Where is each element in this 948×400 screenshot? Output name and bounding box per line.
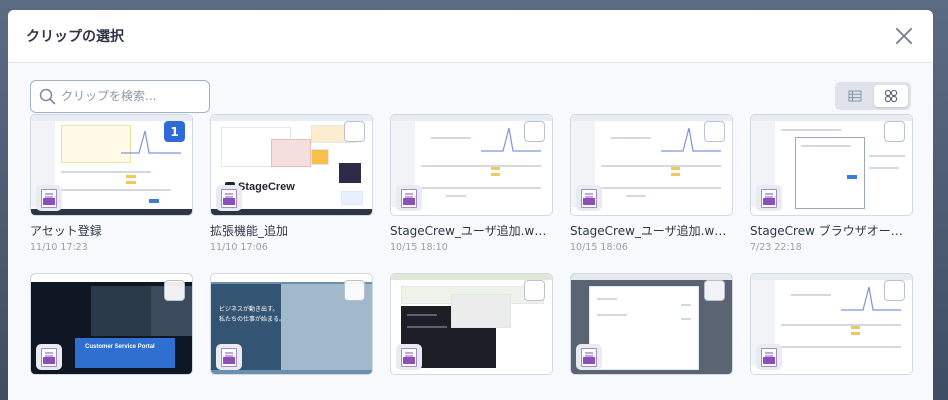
video-file-icon <box>756 344 782 370</box>
clip-card[interactable]: Customer Service Portal <box>30 273 193 400</box>
overlay-text: Customer Service Portal <box>85 344 155 350</box>
clip-name: 拡張機能_追加 <box>210 224 289 238</box>
video-file-icon <box>36 344 62 370</box>
grid-view-icon <box>884 89 898 103</box>
overlay-text: ビジネスが動き出す。 <box>219 306 279 313</box>
clip-card[interactable]: StageCrew_ユーザ追加.web... 10/15 18:06 <box>570 114 733 256</box>
stagecrew-logo: StageCrew <box>238 181 295 193</box>
clip-name <box>750 381 910 398</box>
video-file-icon <box>36 185 62 211</box>
list-view-icon <box>848 90 862 102</box>
clip-card[interactable]: StageCrew 拡張機能_追加 11/10 17:06 <box>210 114 373 256</box>
video-file-icon <box>216 344 242 370</box>
clip-card[interactable]: StageCrew ブラウザオートメー... 7/23 22:18 <box>750 114 913 256</box>
clip-thumbnail <box>570 273 733 375</box>
select-checkbox[interactable] <box>524 280 545 301</box>
clip-name <box>30 381 190 398</box>
clip-card[interactable]: ビジネスが動き出す。 私たちの仕事が始まる。 <box>210 273 373 400</box>
search-icon <box>39 88 56 104</box>
clip-grid: 1 アセット登録 11/10 17:23 StageCrew 拡張機能_追加 1… <box>8 114 933 400</box>
clip-thumbnail <box>750 273 913 375</box>
video-file-icon <box>576 185 602 211</box>
select-checkbox[interactable] <box>704 280 725 301</box>
close-icon[interactable] <box>893 25 915 47</box>
clip-card[interactable]: StageCrew_ユーザ追加.webm 10/15 18:10 <box>390 114 553 256</box>
clip-thumbnail: Customer Service Portal <box>30 273 193 375</box>
select-checkbox[interactable] <box>344 280 365 301</box>
selection-badge[interactable]: 1 <box>164 121 185 142</box>
clip-date: 10/15 18:10 <box>390 242 448 253</box>
clip-date: 10/15 18:06 <box>570 242 628 253</box>
video-file-icon <box>756 185 782 211</box>
clip-card[interactable] <box>750 273 913 400</box>
list-view-button[interactable] <box>838 85 872 107</box>
select-checkbox[interactable] <box>884 121 905 142</box>
clip-thumbnail <box>390 114 553 216</box>
select-checkbox[interactable] <box>884 280 905 301</box>
clip-name <box>390 381 550 398</box>
clip-name: StageCrew_ユーザ追加.webm <box>390 224 550 238</box>
clip-thumbnail <box>570 114 733 216</box>
video-file-icon <box>216 185 242 211</box>
select-checkbox[interactable] <box>704 121 725 142</box>
clip-name: アセット登録 <box>30 224 102 238</box>
clip-name: StageCrew ブラウザオートメー... <box>750 224 910 238</box>
clip-name <box>210 381 370 398</box>
clip-date: 7/23 22:18 <box>750 242 802 253</box>
dialog-title: クリップの選択 <box>26 29 124 45</box>
clip-thumbnail: 1 <box>30 114 193 216</box>
select-checkbox[interactable] <box>524 121 545 142</box>
overlay-text: 私たちの仕事が始まる。 <box>219 316 286 323</box>
video-file-icon <box>576 344 602 370</box>
video-file-icon <box>396 185 422 211</box>
clip-thumbnail <box>750 114 913 216</box>
search-input[interactable] <box>61 89 201 103</box>
view-toggle <box>835 82 911 110</box>
search-box[interactable] <box>30 79 210 113</box>
clip-thumbnail: StageCrew <box>210 114 373 216</box>
grid-view-button[interactable] <box>874 85 908 107</box>
select-checkbox[interactable] <box>344 121 365 142</box>
clip-date: 11/10 17:23 <box>30 242 88 253</box>
clip-card[interactable] <box>570 273 733 400</box>
clip-select-dialog: クリップの選択 クリップを検索... 1 アセット登録 11/10 17:23 … <box>8 10 933 400</box>
toolbar <box>8 63 933 114</box>
clip-card[interactable]: 1 アセット登録 11/10 17:23 <box>30 114 193 256</box>
clip-name <box>570 381 730 398</box>
clip-thumbnail: ビジネスが動き出す。 私たちの仕事が始まる。 <box>210 273 373 375</box>
clip-card[interactable] <box>390 273 553 400</box>
video-file-icon <box>396 344 422 370</box>
select-checkbox[interactable] <box>164 280 185 301</box>
clip-name: StageCrew_ユーザ追加.web... <box>570 224 730 238</box>
dialog-header: クリップの選択 <box>8 10 933 63</box>
clip-date: 11/10 17:06 <box>210 242 268 253</box>
clip-thumbnail <box>390 273 553 375</box>
